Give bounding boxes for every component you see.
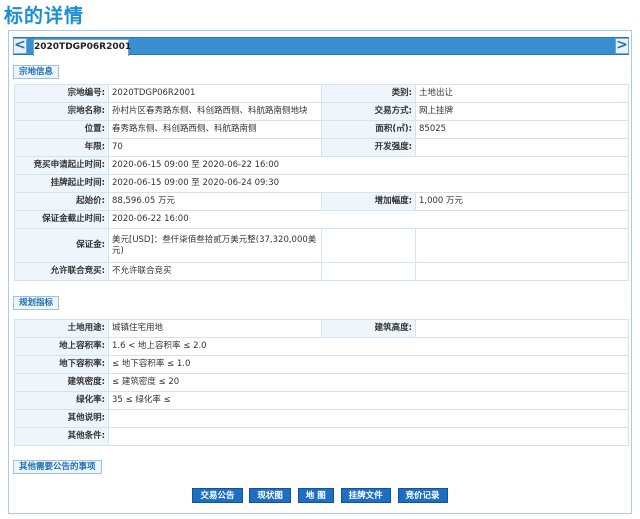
deposit-value: 美元[USD]：叁仟柒佰叁拾贰万美元整(37,320,000美 元) — [108, 228, 322, 263]
far-below-value: ≤ 地下容积率 ≤ 1.0 — [108, 355, 629, 374]
apply-period-value: 2020-06-15 09:00 至 2020-06-22 16:00 — [108, 156, 629, 175]
land-use-label: 土地用途: — [14, 319, 109, 338]
category-label: 类别: — [321, 84, 416, 103]
tab-parcel-code[interactable]: 2020TDGP06R2001 — [33, 39, 131, 56]
start-price-label: 起始价: — [14, 192, 109, 211]
table-row: 位置: 春秀路东侧、科创路西侧、科航路南侧 面积(㎡): 85025 — [14, 120, 629, 139]
table-row: 土地用途: 城镇住宅用地 建筑高度: — [14, 319, 629, 338]
table-row: 允许联合竞买: 不允许联合竞买 — [14, 262, 629, 281]
table-row: 年限: 70 开发强度: — [14, 138, 629, 157]
table-row: 保证金截止时间: 2020-06-22 16:00 — [14, 210, 629, 229]
far-above-label: 地上容积率: — [14, 337, 109, 356]
table-row: 绿化率: 35 ≤ 绿化率 ≤ — [14, 391, 629, 410]
page-title: 标的详情 — [4, 5, 85, 27]
location-label: 位置: — [14, 120, 109, 139]
map-button[interactable]: 地 图 — [297, 488, 334, 503]
section-parcel-info: 宗地信息 — [13, 65, 60, 79]
deposit-line-2: 元) — [112, 245, 124, 256]
joint-bid-value: 不允许联合竞买 — [108, 262, 322, 281]
density-label: 建筑密度: — [14, 373, 109, 392]
table-row: 保证金: 美元[USD]：叁仟柒佰叁拾贰万美元整(37,320,000美 元) — [14, 228, 629, 263]
announcement-button[interactable]: 交易公告 — [192, 488, 243, 503]
status-map-button[interactable]: 现状图 — [249, 488, 291, 503]
other-conditions-label: 其他条件: — [14, 427, 109, 446]
parcel-code-label: 宗地编号: — [14, 84, 109, 103]
table-row: 竞买申请起止时间: 2020-06-15 09:00 至 2020-06-22 … — [14, 156, 629, 175]
increment-value: 1,000 万元 — [415, 192, 629, 211]
deposit-deadline-value: 2020-06-22 16:00 — [108, 210, 629, 229]
green-ratio-label: 绿化率: — [14, 391, 109, 410]
increment-label: 增加幅度: — [321, 192, 416, 211]
deposit-label: 保证金: — [14, 228, 109, 263]
section-other-notices: 其他需要公告的事项 — [13, 460, 102, 474]
table-row: 地上容积率: 1.6 < 地上容积率 ≤ 2.0 — [14, 337, 629, 356]
listing-docs-button[interactable]: 挂牌文件 — [340, 488, 391, 503]
other-conditions-value — [108, 427, 629, 446]
far-above-value: 1.6 < 地上容积率 ≤ 2.0 — [108, 337, 629, 356]
chevron-left-icon[interactable]: < — [13, 38, 27, 54]
table-row: 宗地名称: 孙村片区春秀路东侧、科创路西侧、科航路南侧地块 交易方式: 网上挂牌 — [14, 102, 629, 121]
density-value: ≤ 建筑密度 ≤ 20 — [108, 373, 629, 392]
parcel-code-value: 2020TDGP06R2001 — [108, 84, 322, 103]
start-price-value: 88,596.05 万元 — [108, 192, 322, 211]
parcel-name-value: 孙村片区春秀路东侧、科创路西侧、科航路南侧地块 — [108, 102, 322, 121]
listing-period-label: 挂牌起止时间: — [14, 174, 109, 193]
table-row: 地下容积率: ≤ 地下容积率 ≤ 1.0 — [14, 355, 629, 374]
location-value: 春秀路东侧、科创路西侧、科航路南侧 — [108, 120, 322, 139]
land-use-value: 城镇住宅用地 — [108, 319, 322, 338]
years-value: 70 — [108, 138, 322, 157]
table-row: 起始价: 88,596.05 万元 增加幅度: 1,000 万元 — [14, 192, 629, 211]
category-value: 土地出让 — [415, 84, 629, 103]
listing-period-value: 2020-06-15 09:00 至 2020-06-24 09:30 — [108, 174, 629, 193]
deposit-line-1: 美元[USD]：叁仟柒佰叁拾贰万美元整(37,320,000美 — [112, 234, 317, 245]
other-notes-value — [108, 409, 629, 428]
table-row: 挂牌起止时间: 2020-06-15 09:00 至 2020-06-24 09… — [14, 174, 629, 193]
table-row: 宗地编号: 2020TDGP06R2001 类别: 土地出让 — [14, 84, 629, 103]
dev-intensity-value — [415, 138, 629, 157]
other-notes-label: 其他说明: — [14, 409, 109, 428]
detail-panel: < 2020TDGP06R2001 > 宗地信息 宗地编号: 2020TDGP0… — [8, 30, 632, 514]
apply-period-label: 竞买申请起止时间: — [14, 156, 109, 175]
area-value: 85025 — [415, 120, 629, 139]
bid-records-button[interactable]: 竞价记录 — [397, 488, 448, 503]
trade-method-value: 网上挂牌 — [415, 102, 629, 121]
dev-intensity-label: 开发强度: — [321, 138, 416, 157]
action-buttons: 交易公告 现状图 地 图 挂牌文件 竞价记录 — [9, 488, 631, 503]
deposit-deadline-label: 保证金截止时间: — [14, 210, 109, 229]
trade-method-label: 交易方式: — [321, 102, 416, 121]
green-ratio-value: 35 ≤ 绿化率 ≤ — [108, 391, 629, 410]
empty-cell — [415, 262, 629, 281]
building-height-label: 建筑高度: — [321, 319, 416, 338]
tab-bar: < 2020TDGP06R2001 > — [13, 37, 629, 56]
empty-cell — [321, 228, 416, 263]
empty-cell — [321, 262, 416, 281]
joint-bid-label: 允许联合竞买: — [14, 262, 109, 281]
parcel-name-label: 宗地名称: — [14, 102, 109, 121]
chevron-right-icon[interactable]: > — [615, 38, 629, 54]
empty-cell — [415, 228, 629, 263]
building-height-value — [415, 319, 629, 338]
table-row: 建筑密度: ≤ 建筑密度 ≤ 20 — [14, 373, 629, 392]
table-row: 其他说明: — [14, 409, 629, 428]
section-planning: 规划指标 — [13, 296, 60, 310]
far-below-label: 地下容积率: — [14, 355, 109, 374]
years-label: 年限: — [14, 138, 109, 157]
table-row: 其他条件: — [14, 427, 629, 446]
parcel-info-table: 宗地编号: 2020TDGP06R2001 类别: 土地出让 宗地名称: 孙村片… — [14, 84, 629, 281]
planning-table: 土地用途: 城镇住宅用地 建筑高度: 地上容积率: 1.6 < 地上容积率 ≤ … — [14, 319, 629, 446]
area-label: 面积(㎡): — [321, 120, 416, 139]
